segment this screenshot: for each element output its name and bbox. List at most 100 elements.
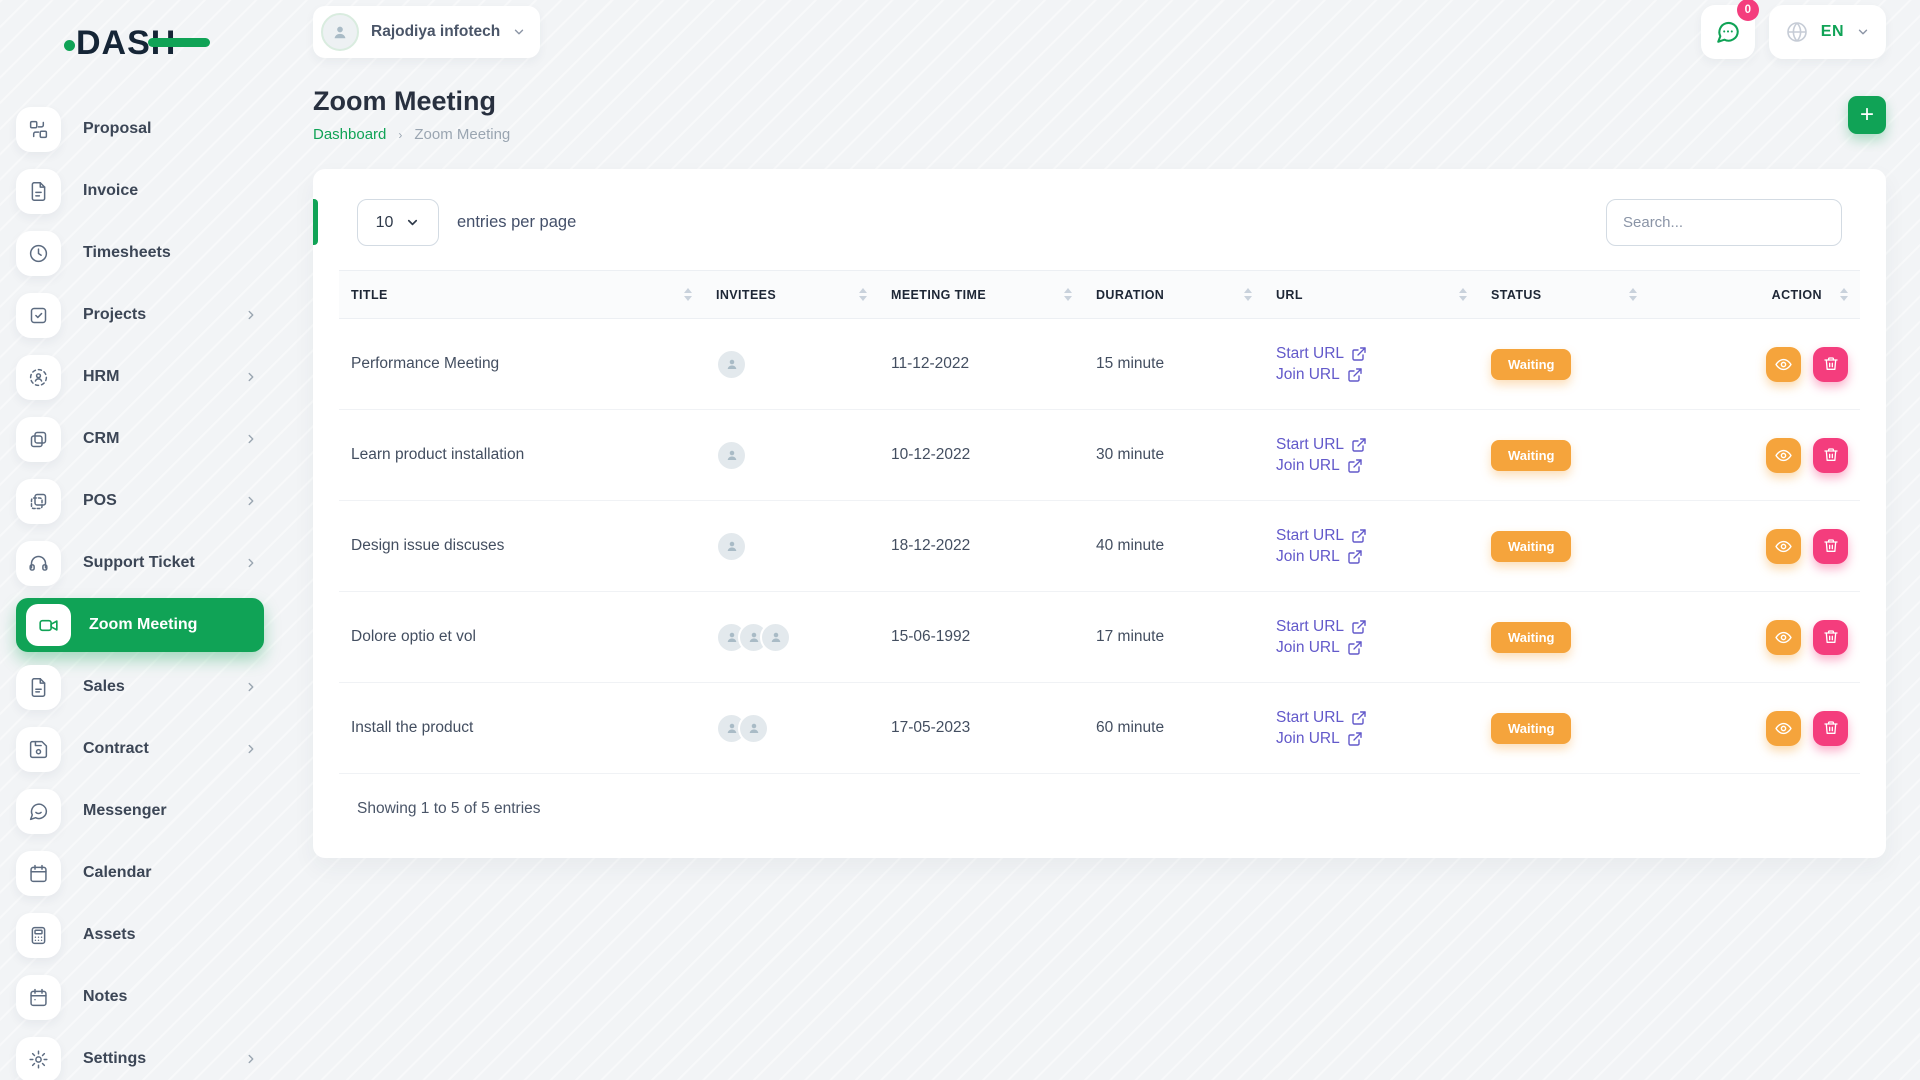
company-selector[interactable]: Rajodiya infotech	[313, 6, 541, 58]
sidebar-item-settings[interactable]: Settings	[0, 1028, 280, 1080]
sidebar-item-support-ticket[interactable]: Support Ticket	[0, 532, 280, 594]
entries-per-page-label: entries per page	[457, 213, 577, 231]
sidebar-item-label: CRM	[83, 430, 120, 447]
view-button[interactable]	[1766, 528, 1801, 564]
entries-per-page-select[interactable]: 10	[357, 199, 439, 246]
column-header-status[interactable]: Status	[1479, 271, 1649, 318]
chevron-right-icon	[244, 308, 258, 322]
external-link-icon	[1352, 528, 1366, 543]
sort-icon[interactable]	[1234, 288, 1252, 301]
sidebar-item-pos[interactable]: POS	[0, 470, 280, 532]
sort-icon[interactable]	[674, 288, 692, 301]
delete-button[interactable]	[1813, 346, 1848, 382]
delete-button[interactable]	[1813, 619, 1848, 655]
status-badge: Waiting	[1491, 530, 1572, 562]
join-url-link[interactable]: Join URL	[1276, 366, 1363, 384]
sidebar-item-label: Timesheets	[83, 244, 171, 261]
sidebar-item-label: Assets	[83, 926, 136, 943]
column-header-url[interactable]: Url	[1264, 271, 1479, 318]
cell-invitees	[704, 501, 879, 591]
column-header-invitees[interactable]: Invitees	[704, 271, 879, 318]
sidebar-item-label: Support Ticket	[83, 554, 195, 571]
cell-meeting-time: 15-06-1992	[891, 628, 971, 645]
chevron-down-icon	[514, 29, 524, 35]
sidebar-item-invoice[interactable]: Invoice	[0, 160, 280, 222]
sidebar-item-calendar[interactable]: Calendar	[0, 842, 280, 904]
cell-duration: 15 minute	[1096, 355, 1165, 372]
cell-action	[1649, 410, 1860, 500]
start-url-link[interactable]: Start URL	[1276, 618, 1367, 636]
sidebar-item-zoom-meeting[interactable]: Zoom Meeting	[16, 598, 264, 652]
add-meeting-button[interactable]: +	[1848, 96, 1886, 134]
topbar-right: 0 EN	[1700, 0, 1886, 59]
cell-duration: 60 minute	[1096, 719, 1165, 736]
column-header-title[interactable]: Title	[339, 271, 704, 318]
view-button[interactable]	[1766, 346, 1801, 382]
chevron-right-icon	[244, 432, 258, 446]
search-input[interactable]	[1606, 199, 1842, 246]
sidebar-item-hrm[interactable]: HRM	[0, 346, 280, 408]
delete-button[interactable]	[1813, 437, 1848, 473]
sidebar-item-label: POS	[83, 492, 117, 509]
sidebar-item-messenger[interactable]: Messenger	[0, 780, 280, 842]
company-avatar	[321, 13, 359, 51]
cell-meeting-time: 18-12-2022	[891, 537, 971, 554]
cell-action	[1649, 592, 1860, 682]
sidebar-item-label: Zoom Meeting	[89, 616, 198, 633]
hrm-icon	[16, 354, 61, 400]
cell-action	[1649, 501, 1860, 591]
sort-icon[interactable]	[1830, 288, 1848, 301]
sort-icon[interactable]	[1054, 288, 1072, 301]
sidebar-item-notes[interactable]: Notes	[0, 966, 280, 1028]
start-url-link[interactable]: Start URL	[1276, 709, 1367, 727]
sort-icon[interactable]	[849, 288, 867, 301]
start-url-link[interactable]: Start URL	[1276, 527, 1367, 545]
sidebar-item-crm[interactable]: CRM	[0, 408, 280, 470]
column-header-action[interactable]: Action	[1649, 271, 1860, 318]
sidebar-item-projects[interactable]: Projects	[0, 284, 280, 346]
table-row: Dolore optio et vol 15-06-1992 17 minute…	[339, 592, 1860, 683]
status-badge: Waiting	[1491, 439, 1572, 471]
view-button[interactable]	[1766, 619, 1801, 655]
invitee-avatar	[716, 530, 747, 562]
sidebar-item-proposal[interactable]: Proposal	[0, 98, 280, 160]
external-link-icon	[1352, 437, 1366, 452]
join-url-link[interactable]: Join URL	[1276, 639, 1363, 657]
card-accent-bar	[313, 199, 318, 245]
delete-button[interactable]	[1813, 528, 1848, 564]
join-url-link[interactable]: Join URL	[1276, 548, 1363, 566]
join-url-link[interactable]: Join URL	[1276, 457, 1363, 475]
external-link-icon	[1348, 549, 1362, 564]
external-link-icon	[1348, 731, 1362, 746]
entries-per-page-value: 10	[375, 213, 394, 231]
breadcrumb-dashboard-link[interactable]: Dashboard	[313, 126, 386, 143]
logo-dot	[64, 40, 75, 51]
sidebar-item-label: Contract	[83, 740, 149, 757]
start-url-link[interactable]: Start URL	[1276, 345, 1367, 363]
sort-icon[interactable]	[1449, 288, 1467, 301]
eye-icon	[1775, 540, 1792, 552]
language-selector[interactable]: EN	[1768, 5, 1886, 59]
external-link-icon	[1348, 640, 1362, 655]
invitee-avatar	[716, 439, 747, 471]
sidebar-item-contract[interactable]: Contract	[0, 718, 280, 780]
column-header-duration[interactable]: Duration	[1084, 271, 1264, 318]
crm-icon	[16, 416, 61, 462]
column-header-meeting-time[interactable]: Meeting Time	[879, 271, 1084, 318]
chat-bubble-icon	[16, 788, 61, 834]
start-url-link[interactable]: Start URL	[1276, 436, 1367, 454]
join-url-link[interactable]: Join URL	[1276, 730, 1363, 748]
view-button[interactable]	[1766, 710, 1801, 746]
chevron-right-icon	[244, 556, 258, 570]
chevron-down-icon	[1858, 29, 1868, 35]
delete-button[interactable]	[1813, 710, 1848, 746]
cell-meeting-time: 17-05-2023	[891, 719, 971, 736]
sidebar-item-assets[interactable]: Assets	[0, 904, 280, 966]
sort-icon[interactable]	[1619, 288, 1637, 301]
view-button[interactable]	[1766, 437, 1801, 473]
sidebar-item-timesheets[interactable]: Timesheets	[0, 222, 280, 284]
chat-dots-icon	[1716, 21, 1739, 43]
sidebar-item-sales[interactable]: Sales	[0, 656, 280, 718]
notes-calendar-icon	[16, 974, 61, 1020]
messages-button[interactable]: 0	[1700, 0, 1759, 59]
